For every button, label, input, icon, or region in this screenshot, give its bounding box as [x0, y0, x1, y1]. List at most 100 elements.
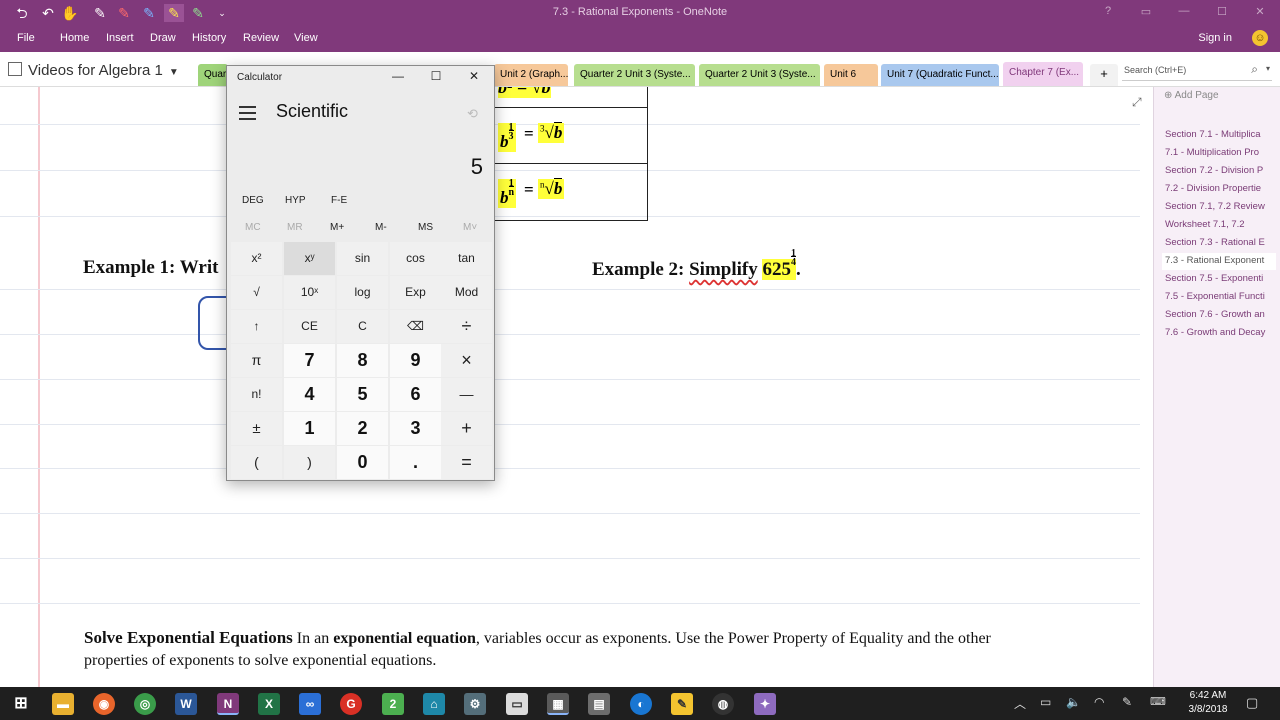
key-plus[interactable]: + — [441, 412, 492, 445]
word-icon[interactable]: W — [175, 693, 197, 715]
hyp-button[interactable]: HYP — [285, 195, 306, 206]
key-0[interactable]: 0 — [337, 446, 388, 479]
app-icon[interactable]: ∞ — [299, 693, 321, 715]
tray-chevron-icon[interactable]: ︿ — [1014, 695, 1026, 712]
calculator-window[interactable]: Calculator — ☐ ✕ Scientific ⟲ 5 DEG HYP … — [226, 65, 495, 481]
key-equals[interactable]: = — [441, 446, 492, 479]
key-sqrt[interactable]: √ — [231, 276, 282, 309]
sticky-notes-icon[interactable]: ✎ — [671, 693, 693, 715]
memory-store-button[interactable]: MS — [418, 222, 433, 233]
key-1[interactable]: 1 — [284, 412, 335, 445]
section-tab[interactable]: Unit 6 — [824, 64, 878, 86]
key-divide[interactable]: ÷ — [441, 310, 492, 343]
memory-add-button[interactable]: M+ — [330, 222, 344, 233]
app-icon[interactable]: ◐ — [630, 693, 652, 715]
keyboard-icon[interactable]: ⌨ — [1150, 695, 1166, 708]
close-icon[interactable]: ✕ — [1250, 5, 1270, 18]
add-section-button[interactable]: + — [1090, 64, 1118, 86]
page-item[interactable]: 7.5 - Exponential Functi — [1165, 291, 1279, 302]
key-7[interactable]: 7 — [284, 344, 335, 377]
fe-button[interactable]: F-E — [331, 195, 347, 206]
chrome-icon[interactable]: ◎ — [134, 693, 156, 715]
key-ten-power[interactable]: 10ˣ — [284, 276, 335, 309]
app-icon[interactable]: ⌂ — [423, 693, 445, 715]
section-tab[interactable]: Quarter 2 Unit 3 (Syste... — [574, 64, 695, 86]
firefox-icon[interactable]: ◉ — [93, 693, 115, 715]
page-item[interactable]: Section 7.1 - Multiplica — [1165, 129, 1279, 140]
section-tab[interactable]: Quarter 2 Unit 3 (Syste... — [699, 64, 820, 86]
key-negate[interactable]: ± — [231, 412, 282, 445]
page-item-active[interactable]: 7.3 - Rational Exponent — [1162, 253, 1276, 270]
app-icon[interactable]: ◍ — [712, 693, 734, 715]
search-scope-chevron-icon[interactable]: ▾ — [1266, 64, 1270, 73]
key-minus[interactable]: — — [441, 378, 492, 411]
app-icon[interactable]: ▤ — [588, 693, 610, 715]
menu-history[interactable]: History — [192, 32, 226, 44]
key-tan[interactable]: tan — [441, 242, 492, 275]
feedback-smiley-icon[interactable]: ☺ — [1252, 30, 1268, 46]
help-icon[interactable]: ? — [1098, 5, 1118, 17]
page-canvas[interactable]: ⤢ b² = √b b1 3 = 3√b b1 n = n√b Example 1:… — [0, 87, 1153, 687]
search-icon[interactable]: ⌕ — [1251, 62, 1258, 77]
key-multiply[interactable]: × — [441, 344, 492, 377]
page-item[interactable]: Section 7.6 - Growth an — [1165, 309, 1279, 320]
memory-list-button[interactable]: M˅ — [463, 222, 477, 233]
key-8[interactable]: 8 — [337, 344, 388, 377]
key-6[interactable]: 6 — [390, 378, 441, 411]
menu-file[interactable]: File — [17, 32, 35, 44]
calculator-taskbar-icon[interactable]: ▦ — [547, 693, 569, 715]
key-9[interactable]: 9 — [390, 344, 441, 377]
memory-clear-button[interactable]: MC — [245, 222, 261, 233]
key-close-paren[interactable]: ) — [284, 446, 335, 479]
key-power[interactable]: xʸ — [284, 242, 335, 275]
page-item[interactable]: Section 7.1, 7.2 Review — [1165, 201, 1279, 212]
page-item[interactable]: 7.1 - Multiplication Pro — [1165, 147, 1279, 158]
section-tab-active[interactable]: Chapter 7 (Ex... — [1003, 62, 1083, 86]
app-icon[interactable]: G — [340, 693, 362, 715]
page-item[interactable]: Worksheet 7.1, 7.2 — [1165, 219, 1279, 230]
wifi-icon[interactable]: ◠ — [1094, 695, 1104, 709]
expand-icon[interactable]: ⤢ — [1132, 95, 1142, 110]
page-item[interactable]: 7.2 - Division Propertie — [1165, 183, 1279, 194]
search-input[interactable]: Search (Ctrl+E) ⌕ ▾ — [1122, 61, 1272, 81]
key-sin[interactable]: sin — [337, 242, 388, 275]
key-pi[interactable]: π — [231, 344, 282, 377]
maximize-icon[interactable]: ☐ — [1212, 5, 1232, 18]
volume-icon[interactable]: 🔈 — [1066, 695, 1081, 709]
key-backspace[interactable]: ⌫ — [390, 310, 441, 343]
battery-icon[interactable]: ▭ — [1040, 695, 1051, 709]
app-icon[interactable]: ⚙ — [464, 693, 486, 715]
page-item[interactable]: Section 7.5 - Exponenti — [1165, 273, 1279, 284]
menu-draw[interactable]: Draw — [150, 32, 176, 44]
file-explorer-icon[interactable]: ▬ — [52, 693, 74, 715]
key-4[interactable]: 4 — [284, 378, 335, 411]
calc-minimize-icon[interactable]: — — [387, 69, 409, 83]
app-icon[interactable]: ▭ — [506, 693, 528, 715]
section-tab[interactable]: Quart — [198, 64, 228, 86]
hamburger-menu-icon[interactable] — [239, 106, 256, 124]
section-tab[interactable]: Unit 7 (Quadratic Funct... — [881, 64, 999, 86]
calc-maximize-icon[interactable]: ☐ — [425, 69, 447, 83]
menu-review[interactable]: Review — [243, 32, 279, 44]
fullscreen-icon[interactable]: ▭ — [1136, 5, 1156, 18]
key-log[interactable]: log — [337, 276, 388, 309]
history-icon[interactable]: ⟲ — [467, 106, 478, 122]
excel-icon[interactable]: X — [258, 693, 280, 715]
pen-tray-icon[interactable]: ✎ — [1122, 695, 1132, 709]
memory-recall-button[interactable]: MR — [287, 222, 303, 233]
action-center-icon[interactable]: ▢ — [1246, 695, 1258, 711]
page-item[interactable]: 7.6 - Growth and Decay — [1165, 327, 1279, 338]
key-factorial[interactable]: n! — [231, 378, 282, 411]
menu-insert[interactable]: Insert — [106, 32, 134, 44]
app-icon[interactable]: 2 — [382, 693, 404, 715]
page-item[interactable]: Section 7.3 - Rational E — [1165, 237, 1279, 248]
key-clear-entry[interactable]: CE — [284, 310, 335, 343]
key-shift[interactable]: ↑ — [231, 310, 282, 343]
menu-home[interactable]: Home — [60, 32, 89, 44]
key-decimal[interactable]: . — [390, 446, 441, 479]
key-mod[interactable]: Mod — [441, 276, 492, 309]
section-tab[interactable]: Unit 2 (Graph... — [494, 64, 568, 86]
key-cos[interactable]: cos — [390, 242, 441, 275]
notebook-selector[interactable]: Videos for Algebra 1 ▼ — [8, 62, 179, 79]
calc-close-icon[interactable]: ✕ — [463, 69, 485, 83]
